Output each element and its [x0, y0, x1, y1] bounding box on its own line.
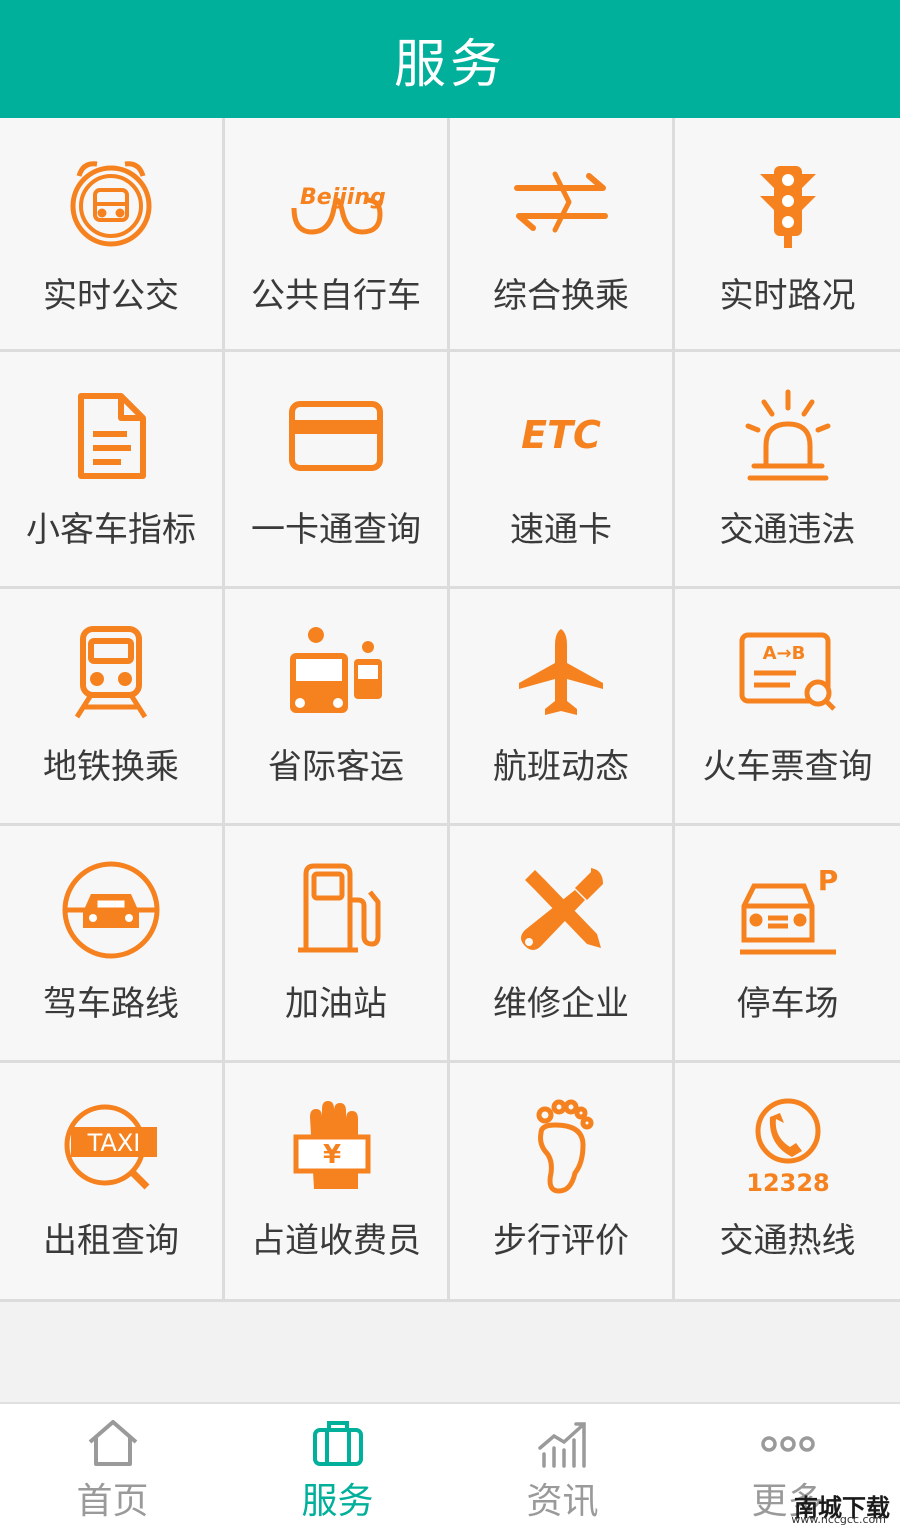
repair-tools-icon — [511, 860, 611, 960]
service-label: 火车票查询 — [702, 747, 873, 787]
chart-icon — [536, 1418, 590, 1468]
service-label: 停车场 — [736, 984, 839, 1024]
svg-text:12328: 12328 — [746, 1169, 830, 1197]
tab-label: 服务 — [301, 1481, 374, 1522]
service-label: 实时公交 — [43, 276, 179, 316]
etc-icon: ETC — [511, 386, 611, 486]
parking-icon: P — [738, 860, 838, 960]
hotline-icon: 12328 — [738, 1097, 838, 1197]
service-subway[interactable]: 地铁换乘 — [0, 589, 225, 826]
service-realtime-bus[interactable]: 实时公交 — [0, 118, 225, 352]
service-etc[interactable]: ETC 速通卡 — [450, 352, 675, 589]
svg-text:¥: ¥ — [323, 1140, 341, 1170]
watermark-url: www.nccgcc.com — [791, 1513, 886, 1526]
service-intercity-coach[interactable]: 省际客运 — [225, 589, 450, 826]
home-icon — [86, 1418, 140, 1468]
document-icon — [61, 386, 161, 486]
footprint-icon — [511, 1097, 611, 1197]
service-label: 速通卡 — [510, 510, 612, 550]
service-label: 驾车路线 — [43, 984, 179, 1024]
bottom-tab-bar: 首页 服务 资讯 更多 — [0, 1402, 900, 1530]
service-car-quota[interactable]: 小客车指标 — [0, 352, 225, 589]
tab-news[interactable]: 资讯 — [450, 1404, 675, 1530]
service-hotline[interactable]: 12328 交通热线 — [675, 1063, 900, 1302]
service-taxi-query[interactable]: TAXI 出租查询 — [0, 1063, 225, 1302]
service-label: 省际客运 — [268, 747, 404, 787]
service-label: 小客车指标 — [26, 510, 196, 550]
service-label: 占道收费员 — [251, 1221, 421, 1261]
traffic-light-icon — [738, 152, 838, 252]
service-flight[interactable]: 航班动态 — [450, 589, 675, 826]
page-title: 服务 — [0, 0, 900, 118]
service-parking-collector[interactable]: ¥ 占道收费员 — [225, 1063, 450, 1302]
service-label: 综合换乘 — [493, 276, 629, 316]
empty-area — [0, 1302, 900, 1402]
hand-yuan-icon: ¥ — [286, 1097, 386, 1197]
ticket-search-icon: A→B — [738, 623, 838, 723]
service-label: 维修企业 — [493, 984, 629, 1024]
service-grid: 实时公交 Beijing 公共自行车 综合换乘 实时路况 小客车指标 一卡通查询… — [0, 118, 900, 1302]
svg-text:TAXI: TAXI — [87, 1129, 141, 1157]
briefcase-icon — [311, 1418, 365, 1468]
service-transfer[interactable]: 综合换乘 — [450, 118, 675, 352]
watermark-logo: 南城下载 www.nccgcc.com — [770, 1488, 890, 1526]
service-card-query[interactable]: 一卡通查询 — [225, 352, 450, 589]
car-circle-icon — [61, 860, 161, 960]
service-label: 交通违法 — [719, 510, 856, 550]
transfer-arrows-icon — [511, 152, 611, 252]
service-parking[interactable]: P 停车场 — [675, 826, 900, 1063]
service-gas-station[interactable]: 加油站 — [225, 826, 450, 1063]
service-label: 加油站 — [285, 984, 387, 1024]
service-violation[interactable]: 交通违法 — [675, 352, 900, 589]
tab-label: 资讯 — [526, 1481, 599, 1522]
coach-icon — [286, 623, 386, 723]
more-dots-icon — [760, 1418, 815, 1468]
alarm-light-icon — [738, 386, 838, 486]
svg-text:P: P — [817, 864, 837, 897]
service-public-bike[interactable]: Beijing 公共自行车 — [225, 118, 450, 352]
service-walking-review[interactable]: 步行评价 — [450, 1063, 675, 1302]
service-label: 航班动态 — [493, 747, 629, 787]
service-label: 实时路况 — [719, 276, 856, 316]
svg-text:ETC: ETC — [521, 413, 601, 457]
service-label: 地铁换乘 — [43, 747, 179, 787]
subway-icon — [61, 623, 161, 723]
service-driving-route[interactable]: 驾车路线 — [0, 826, 225, 1063]
airplane-icon — [511, 623, 611, 723]
service-traffic-status[interactable]: 实时路况 — [675, 118, 900, 352]
tab-services[interactable]: 服务 — [225, 1404, 450, 1530]
svg-text:Beijing: Beijing — [300, 185, 386, 210]
beijing-bike-icon: Beijing — [286, 152, 386, 252]
service-repair[interactable]: 维修企业 — [450, 826, 675, 1063]
service-label: 一卡通查询 — [251, 510, 421, 550]
alarm-bus-icon — [61, 152, 161, 252]
tab-home[interactable]: 首页 — [0, 1404, 225, 1530]
card-icon — [286, 386, 386, 486]
fuel-pump-icon — [286, 860, 386, 960]
service-label: 交通热线 — [719, 1221, 856, 1261]
taxi-search-icon: TAXI — [61, 1097, 161, 1197]
service-label: 步行评价 — [493, 1221, 629, 1261]
svg-text:A→B: A→B — [762, 643, 805, 664]
service-label: 公共自行车 — [251, 276, 421, 316]
service-label: 出租查询 — [43, 1221, 179, 1261]
tab-label: 首页 — [76, 1481, 149, 1522]
service-train-ticket[interactable]: A→B 火车票查询 — [675, 589, 900, 826]
